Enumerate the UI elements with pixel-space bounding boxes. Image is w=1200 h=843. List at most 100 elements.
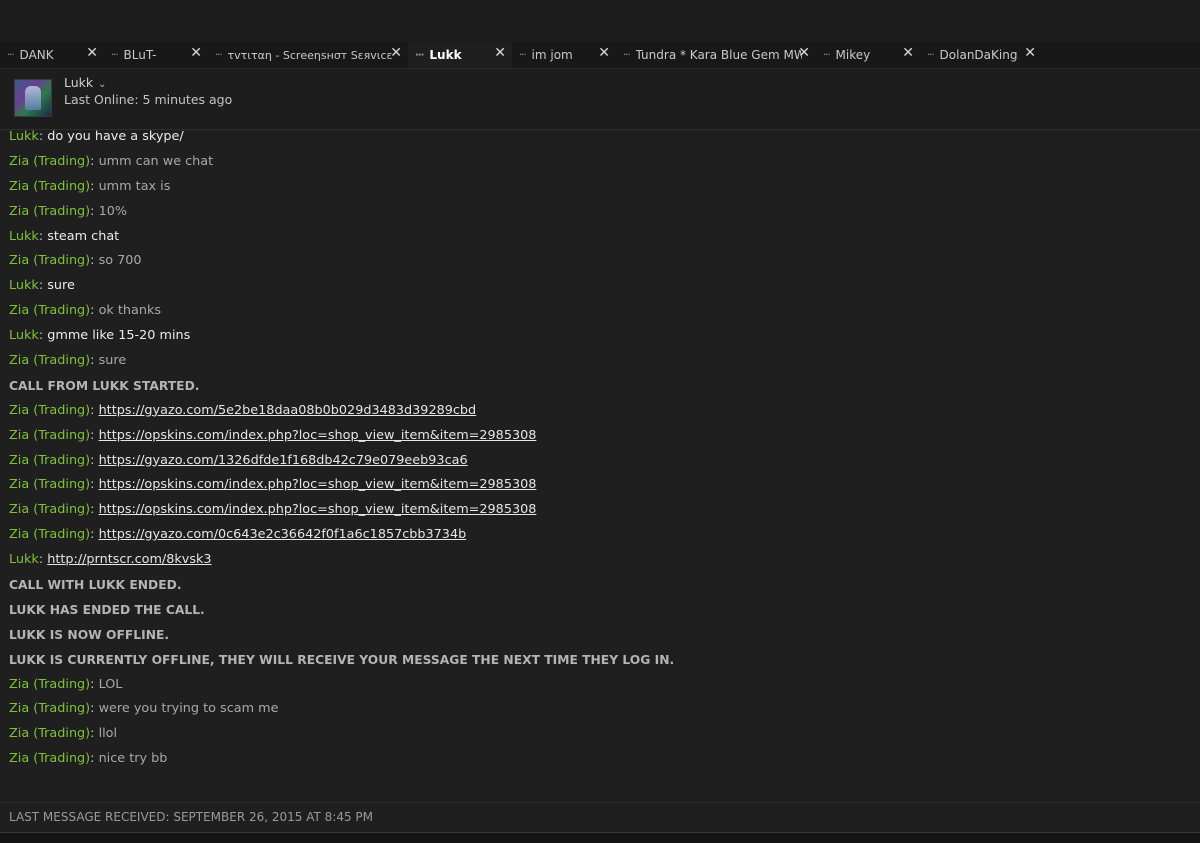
close-icon[interactable]: ✕ (390, 45, 402, 61)
tab-label: DolanDaKing (939, 48, 1018, 62)
close-icon[interactable]: ✕ (902, 45, 914, 61)
close-icon[interactable]: ✕ (798, 45, 810, 61)
ellipsis-icon[interactable]: ··· (623, 50, 630, 61)
message-sender[interactable]: Lukk (9, 278, 39, 293)
system-message: CALL FROM LUKK STARTED. (9, 374, 1189, 399)
last-message-received: LAST MESSAGE RECEIVED: SEPTEMBER 26, 201… (9, 810, 374, 824)
message-link[interactable]: https://gyazo.com/5e2be18daa08b0b029d348… (99, 403, 477, 418)
tab-label: BLuT- (123, 48, 157, 62)
message-text: steam chat (47, 228, 120, 244)
message-link[interactable]: https://gyazo.com/1326dfde1f168db42c79e0… (99, 453, 468, 468)
close-icon[interactable]: ✕ (86, 45, 98, 61)
message-text: llol (98, 726, 118, 742)
tab-blut[interactable]: ··· BLuT- ✕ (104, 42, 208, 68)
chat-message: Lukk: do you have a skype/ (9, 125, 1189, 150)
sender-separator: : (90, 751, 99, 767)
chat-message: Zia (Trading): https://opskins.com/index… (9, 498, 1189, 523)
message-text: sure (47, 278, 75, 294)
close-icon[interactable]: ✕ (598, 45, 610, 61)
message-sender[interactable]: Zia (Trading) (9, 527, 90, 542)
divider (0, 802, 1200, 803)
chat-message: Zia (Trading): https://opskins.com/index… (9, 473, 1189, 498)
message-sender[interactable]: Lukk (9, 129, 39, 144)
tab-mikey[interactable]: ··· Mikey ✕ (816, 42, 920, 68)
tab-lukk[interactable]: ··· Lukk ✕ (408, 42, 512, 68)
sender-separator: : (90, 178, 99, 194)
message-input[interactable] (0, 832, 1200, 843)
chat-message: Lukk: gmme like 15-20 mins (9, 324, 1189, 349)
message-sender[interactable]: Zia (Trading) (9, 502, 90, 517)
message-text: LOL (98, 676, 123, 692)
message-sender[interactable]: Zia (Trading) (9, 701, 90, 716)
message-sender[interactable]: Zia (Trading) (9, 453, 90, 468)
message-sender[interactable]: Zia (Trading) (9, 253, 90, 268)
chat-header: Lukk ⌄ Last Online: 5 minutes ago (0, 69, 1200, 130)
sender-separator: : (38, 228, 48, 244)
message-sender[interactable]: Zia (Trading) (9, 726, 90, 741)
ellipsis-icon[interactable]: ··· (519, 50, 526, 61)
ellipsis-icon[interactable]: ··· (7, 50, 14, 61)
ellipsis-icon[interactable]: ··· (111, 50, 118, 61)
message-text: were you trying to scam me (98, 701, 279, 717)
chat-message: Zia (Trading): so 700 (9, 249, 1189, 274)
system-message: LUKK IS NOW OFFLINE. (9, 623, 1189, 648)
message-sender[interactable]: Zia (Trading) (9, 204, 90, 219)
message-link[interactable]: http://prntscr.com/8kvsk3 (47, 552, 211, 567)
message-link[interactable]: https://opskins.com/index.php?loc=shop_v… (99, 477, 537, 492)
friend-name[interactable]: Lukk ⌄ (64, 75, 107, 90)
close-icon[interactable]: ✕ (190, 45, 202, 61)
ellipsis-icon[interactable]: ··· (215, 50, 222, 61)
tab-label: Lukk (429, 48, 462, 62)
message-sender[interactable]: Zia (Trading) (9, 179, 90, 194)
close-icon[interactable]: ✕ (494, 45, 506, 61)
sender-separator: : (90, 527, 99, 543)
message-sender[interactable]: Lukk (9, 328, 39, 343)
tab-tvtitan[interactable]: ··· τvτιταη - Sc‌rееηsнσт Sεяvιcε ✕ (208, 42, 408, 68)
system-message-text: CALL WITH LUKK ENDED. (9, 578, 182, 593)
tab-label: DANK (19, 48, 54, 62)
system-message-text: LUKK HAS ENDED THE CALL. (9, 602, 205, 617)
message-text: so 700 (98, 253, 142, 269)
message-sender[interactable]: Zia (Trading) (9, 154, 90, 169)
system-message: LUKK IS CURRENTLY OFFLINE, THEY WILL REC… (9, 648, 1189, 673)
tab-dank[interactable]: ··· DANK ✕ (0, 42, 104, 68)
message-sender[interactable]: Zia (Trading) (9, 353, 90, 368)
sender-separator: : (90, 203, 99, 219)
sender-separator: : (38, 552, 48, 568)
sender-separator: : (90, 253, 99, 269)
message-text: 10% (98, 203, 128, 219)
ellipsis-icon[interactable]: ··· (415, 50, 424, 61)
chat-message: Zia (Trading): were you trying to scam m… (9, 697, 1189, 722)
chevron-down-icon[interactable]: ⌄ (98, 79, 106, 90)
tab-im-jom[interactable]: ··· im jom ✕ (512, 42, 616, 68)
tab-dolandaking[interactable]: ··· DolanDaKing ✕ (920, 42, 1042, 68)
sender-separator: : (90, 452, 99, 468)
message-sender[interactable]: Zia (Trading) (9, 303, 90, 318)
message-sender[interactable]: Zia (Trading) (9, 428, 90, 443)
avatar[interactable] (14, 79, 52, 117)
ellipsis-icon[interactable]: ··· (823, 50, 830, 61)
close-icon[interactable]: ✕ (1024, 45, 1036, 61)
sender-separator: : (90, 701, 99, 717)
message-link[interactable]: https://gyazo.com/0c643e2c36642f0f1a6c18… (99, 527, 467, 542)
message-text: do you have a skype/ (47, 129, 184, 144)
sender-separator: : (90, 153, 99, 169)
message-sender[interactable]: Zia (Trading) (9, 677, 90, 692)
message-sender[interactable]: Zia (Trading) (9, 403, 90, 418)
message-sender[interactable]: Lukk (9, 229, 39, 244)
chat-message: Lukk: steam chat (9, 225, 1189, 250)
message-link[interactable]: https://opskins.com/index.php?loc=shop_v… (99, 428, 537, 443)
message-sender[interactable]: Zia (Trading) (9, 751, 90, 766)
tab-label: Mikey (835, 48, 871, 62)
message-sender[interactable]: Lukk (9, 552, 39, 567)
message-text: umm can we chat (98, 153, 214, 169)
message-text: gmme like 15-20 mins (47, 328, 191, 344)
message-link[interactable]: https://opskins.com/index.php?loc=shop_v… (99, 502, 537, 517)
ellipsis-icon[interactable]: ··· (927, 50, 934, 61)
tab-tundra[interactable]: ··· Tundra * Kara Blue Gem MW ✕ (616, 42, 816, 68)
message-sender[interactable]: Zia (Trading) (9, 477, 90, 492)
message-text: ok thanks (98, 303, 162, 319)
sender-separator: : (90, 402, 99, 418)
chat-message: Zia (Trading): llol (9, 722, 1189, 747)
sender-separator: : (38, 278, 48, 294)
